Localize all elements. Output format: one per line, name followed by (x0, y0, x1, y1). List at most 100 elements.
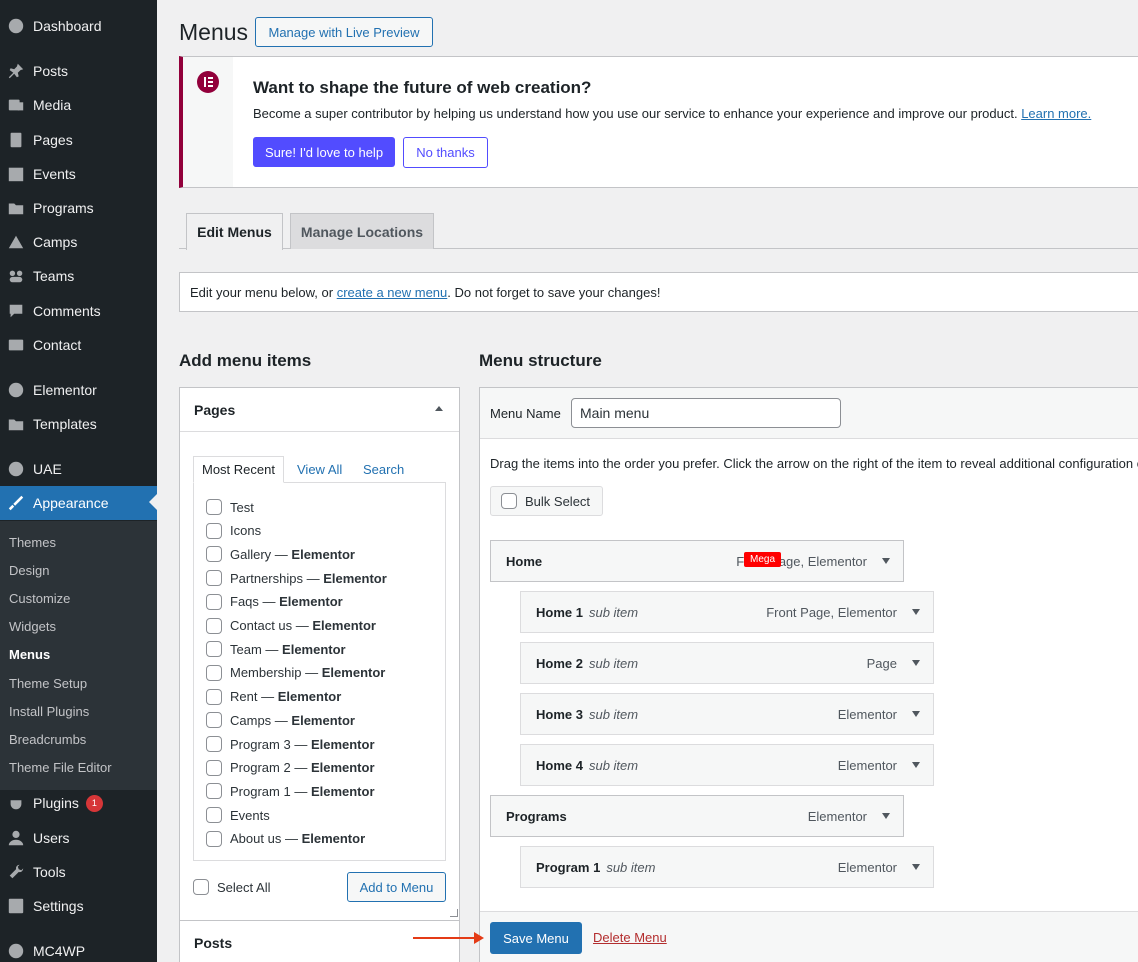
checkbox[interactable] (206, 807, 222, 824)
menu-item[interactable]: Home 1 sub item Front Page, Elementor (520, 591, 934, 633)
checkbox[interactable] (206, 641, 222, 658)
checkbox[interactable] (206, 546, 222, 563)
page-checkbox-item[interactable]: Program 2 — Elementor (206, 759, 375, 776)
tab-edit-menus[interactable]: Edit Menus (186, 213, 283, 250)
tab-search[interactable]: Search (355, 456, 412, 482)
page-checkbox-item[interactable]: Icons (206, 522, 261, 539)
accept-button[interactable]: Sure! I'd love to help (253, 137, 395, 167)
sidebar-item-comments[interactable]: Comments (0, 294, 157, 328)
tab-most-recent[interactable]: Most Recent (193, 456, 284, 483)
sidebar-item-appearance[interactable]: Appearance (0, 486, 157, 520)
submenu-item-design[interactable]: Design (0, 556, 157, 584)
tab-view-all[interactable]: View All (289, 456, 350, 482)
submenu-item-themes[interactable]: Themes (0, 528, 157, 556)
tab-manage-locations[interactable]: Manage Locations (290, 213, 434, 249)
menu-item[interactable]: Home 3 sub item Elementor (520, 693, 934, 735)
bulk-select[interactable]: Bulk Select (490, 486, 603, 516)
page-name: Team (230, 641, 262, 657)
page-builder-label: Elementor (291, 712, 355, 728)
learn-more-link[interactable]: Learn more. (1021, 106, 1091, 121)
page-checkbox-item[interactable]: Team — Elementor (206, 641, 346, 658)
posts-accordion-header[interactable]: Posts (180, 920, 459, 962)
sidebar-item-elementor[interactable]: Elementor (0, 373, 157, 407)
expand-arrow-icon[interactable] (912, 864, 920, 870)
create-menu-link[interactable]: create a new menu (337, 285, 448, 300)
sidebar-item-pages[interactable]: Pages (0, 123, 157, 157)
expand-arrow-icon[interactable] (912, 660, 920, 666)
checkbox[interactable] (206, 736, 222, 752)
menu-item[interactable]: Program 1 sub item Elementor (520, 846, 934, 888)
sidebar-item-dashboard[interactable]: Dashboard (0, 9, 157, 43)
sidebar-item-settings[interactable]: Settings (0, 889, 157, 923)
page-checkbox-item[interactable]: Rent — Elementor (206, 688, 341, 705)
checkbox[interactable] (206, 712, 222, 729)
menu-name-input[interactable] (571, 398, 841, 428)
checkbox[interactable] (206, 522, 222, 539)
expand-arrow-icon[interactable] (882, 813, 890, 819)
page-checkbox-item[interactable]: Faqs — Elementor (206, 593, 343, 610)
submenu-item-widgets[interactable]: Widgets (0, 612, 157, 640)
sidebar-item-media[interactable]: Media (0, 88, 157, 122)
sidebar-item-camps[interactable]: Camps (0, 225, 157, 259)
bulk-select-checkbox[interactable] (501, 493, 517, 509)
checkbox[interactable] (206, 759, 222, 776)
sidebar-item-events[interactable]: Events (0, 157, 157, 191)
page-checkbox-item[interactable]: Partnerships — Elementor (206, 570, 387, 587)
page-checkbox-item[interactable]: Test (206, 499, 254, 515)
checkbox[interactable] (206, 499, 222, 515)
resize-handle[interactable] (450, 909, 458, 917)
expand-arrow-icon[interactable] (912, 762, 920, 768)
checkbox[interactable] (206, 688, 222, 705)
menu-item[interactable]: Home Front Page, Elementor Mega (490, 540, 904, 582)
submenu-item-customize[interactable]: Customize (0, 584, 157, 612)
expand-arrow-icon[interactable] (912, 711, 920, 717)
page-dash: — (290, 783, 311, 799)
select-all-checkbox[interactable] (193, 879, 209, 895)
page-checkbox-item[interactable]: Camps — Elementor (206, 712, 355, 729)
page-name: Membership (230, 665, 302, 681)
checkbox[interactable] (206, 783, 222, 800)
submenu-item-install-plugins[interactable]: Install Plugins (0, 697, 157, 725)
sidebar-item-posts[interactable]: Posts (0, 54, 157, 88)
sidebar-item-tools[interactable]: Tools (0, 855, 157, 889)
page-checkbox-item[interactable]: Contact us — Elementor (206, 617, 376, 634)
add-to-menu-button[interactable]: Add to Menu (347, 872, 446, 902)
sidebar-item-uae[interactable]: UAE (0, 452, 157, 486)
sidebar-item-plugins[interactable]: Plugins 1 (0, 786, 157, 820)
menu-item[interactable]: Home 4 sub item Elementor (520, 744, 934, 786)
expand-arrow-icon[interactable] (882, 558, 890, 564)
submenu-item-breadcrumbs[interactable]: Breadcrumbs (0, 725, 157, 753)
sidebar-item-mc4wp[interactable]: MC4WP (0, 934, 157, 962)
decline-button[interactable]: No thanks (403, 137, 488, 168)
page-checkbox-item[interactable]: Program 1 — Elementor (206, 783, 375, 800)
submenu-item-menus[interactable]: Menus (0, 640, 157, 668)
page-builder-label: Elementor (301, 831, 366, 847)
sidebar-item-programs[interactable]: Programs (0, 191, 157, 225)
menu-item[interactable]: Home 2 sub item Page (520, 642, 934, 684)
page-checkbox-item[interactable]: Membership — Elementor (206, 664, 385, 681)
submenu-item-theme-setup[interactable]: Theme Setup (0, 669, 157, 697)
checkbox[interactable] (206, 830, 222, 847)
collapse-arrow-icon[interactable] (435, 406, 443, 411)
checkbox[interactable] (206, 570, 222, 587)
select-all[interactable]: Select All (193, 879, 270, 895)
page-checkbox-item[interactable]: About us — Elementor (206, 830, 366, 847)
sidebar-item-templates[interactable]: Templates (0, 407, 157, 441)
sidebar-item-contact[interactable]: Contact (0, 328, 157, 362)
page-checkbox-item[interactable]: Program 3 — Elementor (206, 736, 375, 752)
submenu-item-theme-file-editor[interactable]: Theme File Editor (0, 753, 157, 781)
pages-accordion-header[interactable]: Pages (180, 388, 459, 432)
page-checkbox-item[interactable]: Events (206, 807, 270, 824)
sidebar-item-users[interactable]: Users (0, 821, 157, 855)
page-name: Events (230, 807, 270, 823)
live-preview-button[interactable]: Manage with Live Preview (255, 17, 433, 47)
delete-menu-link[interactable]: Delete Menu (593, 930, 667, 945)
save-menu-button[interactable]: Save Menu (490, 922, 582, 954)
checkbox[interactable] (206, 664, 222, 681)
sidebar-item-teams[interactable]: Teams (0, 259, 157, 293)
checkbox[interactable] (206, 617, 222, 634)
expand-arrow-icon[interactable] (912, 609, 920, 615)
checkbox[interactable] (206, 593, 222, 610)
page-checkbox-item[interactable]: Gallery — Elementor (206, 546, 355, 563)
menu-item[interactable]: Programs Elementor (490, 795, 904, 837)
